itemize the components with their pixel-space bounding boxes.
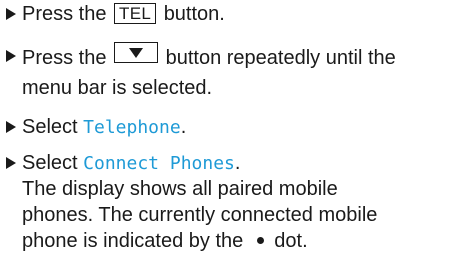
step-4-line-3: phones. The currently connected mobile	[22, 204, 378, 226]
step-2-line-2: menu bar is selected.	[22, 77, 213, 99]
step-4-line-2: The display shows all paired mobile	[22, 178, 338, 200]
step-4-before: Select	[22, 152, 78, 174]
step-3-after: .	[180, 116, 187, 138]
step-1-line: Press the TEL button.	[22, 0, 225, 28]
step-4-line-4-after: dot.	[274, 230, 308, 252]
instruction-steps: Press the TEL button. Press the button r…	[0, 0, 462, 257]
step-arrow-icon	[6, 121, 16, 133]
bullet-dot-icon	[257, 237, 265, 244]
step-1-after: button.	[163, 3, 225, 25]
step-3-line: Select Telephone.	[22, 113, 186, 142]
down-arrow-icon	[129, 48, 144, 58]
step-arrow-icon	[6, 157, 16, 169]
tel-key: TEL	[114, 3, 157, 24]
step-4-after: .	[234, 152, 241, 174]
step-1-before: Press the	[22, 3, 107, 25]
step-3-before: Select	[22, 116, 78, 138]
step-arrow-icon	[6, 8, 16, 20]
step-4-line-4-before: phone is indicated by the	[22, 230, 244, 252]
step-2-before: Press the	[22, 47, 107, 69]
step-4-line-4: phone is indicated by the dot.	[22, 227, 308, 255]
step-2-line-1: Press the button repeatedly until the	[22, 42, 396, 72]
step-4-line-1: Select Connect Phones.	[22, 149, 240, 178]
down-arrow-key	[114, 42, 159, 63]
display-text-connect-phones: Connect Phones	[83, 153, 235, 174]
step-2-after: button repeatedly until the	[165, 47, 396, 69]
display-text-telephone: Telephone	[83, 117, 181, 138]
step-arrow-icon	[6, 50, 16, 62]
